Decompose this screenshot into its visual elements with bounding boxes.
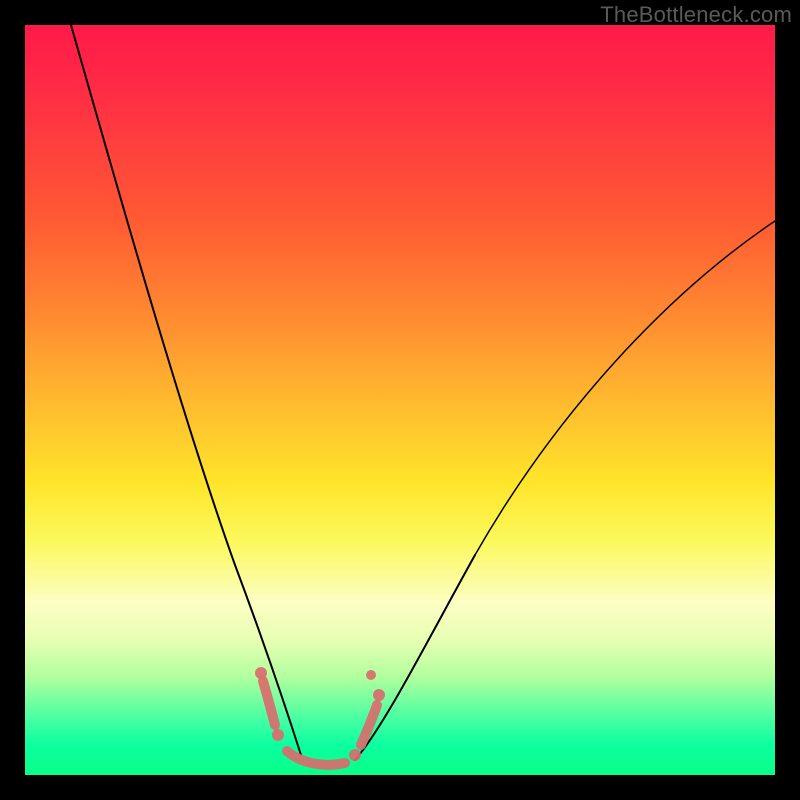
watermark-text: TheBottleneck.com <box>600 2 792 28</box>
plot-area <box>25 25 775 775</box>
curves-svg <box>25 25 775 775</box>
chart-frame: TheBottleneck.com <box>0 0 800 800</box>
trough-highlight <box>255 667 385 765</box>
left-curve <box>71 25 301 755</box>
right-curve-upper <box>475 221 775 555</box>
